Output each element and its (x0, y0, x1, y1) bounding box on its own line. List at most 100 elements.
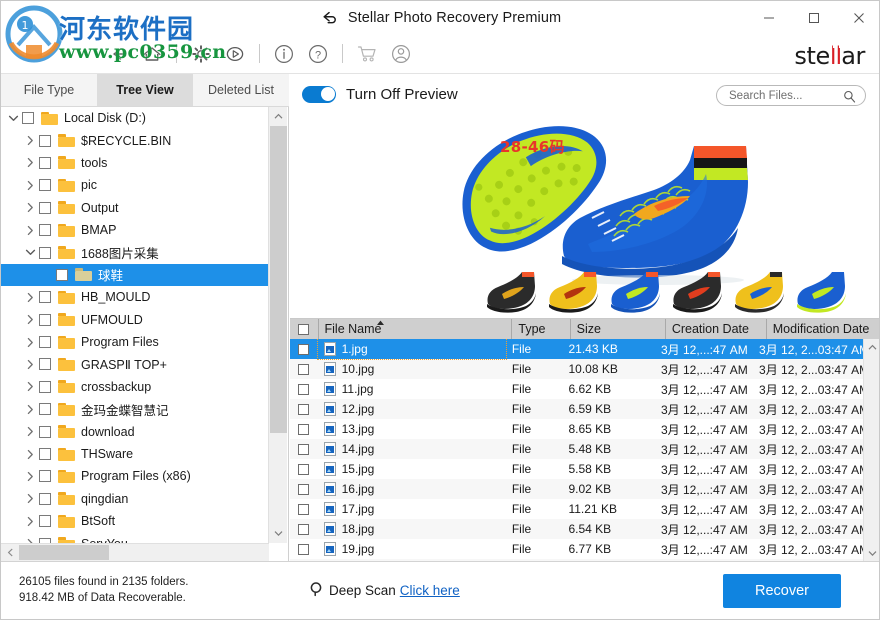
chevron-right-icon[interactable] (22, 376, 39, 398)
select-all-checkbox-cell[interactable] (290, 319, 319, 339)
chevron-right-icon[interactable] (22, 443, 39, 465)
file-row-checkbox[interactable] (298, 344, 309, 355)
preview-toggle-switch[interactable] (302, 86, 336, 103)
chevron-right-icon[interactable] (22, 421, 39, 443)
tree-item-checkbox[interactable] (39, 426, 51, 438)
file-row[interactable]: 10.jpgFile10.08 KB3月 12,...:47 AM3月 12, … (290, 359, 863, 379)
tree-item-checkbox[interactable] (39, 179, 51, 191)
column-size[interactable]: Size (571, 319, 666, 339)
settings-gear-icon[interactable] (184, 39, 218, 69)
file-name-cell[interactable]: 11.jpg (318, 379, 506, 399)
tree-item[interactable]: GRASPⅡ TOP+ (1, 353, 269, 375)
tree-item-checkbox[interactable] (39, 448, 51, 460)
tree-item-checkbox[interactable] (39, 493, 51, 505)
chevron-right-icon[interactable] (22, 510, 39, 532)
tree-item[interactable]: THSware (1, 443, 269, 465)
tree-item[interactable]: UFMOULD (1, 309, 269, 331)
tree-item-checkbox[interactable] (39, 157, 51, 169)
file-row-checkbox[interactable] (298, 464, 309, 475)
chevron-right-icon[interactable] (22, 398, 39, 420)
tree-item[interactable]: BtSoft (1, 510, 269, 532)
tree-item[interactable]: pic (1, 174, 269, 196)
tree-item[interactable]: HB_MOULD (1, 286, 269, 308)
file-name-cell[interactable]: 18.jpg (318, 519, 506, 539)
cart-icon[interactable] (350, 39, 384, 69)
tree-item-checkbox[interactable] (39, 403, 51, 415)
file-row-checkbox[interactable] (298, 544, 309, 555)
file-row[interactable]: 17.jpgFile11.21 KB3月 12,...:47 AM3月 12, … (290, 499, 863, 519)
minimize-button[interactable] (746, 1, 791, 34)
tree-item-checkbox[interactable] (39, 202, 51, 214)
chevron-right-icon[interactable] (22, 488, 39, 510)
file-name-cell[interactable]: 16.jpg (318, 479, 506, 499)
chevron-right-icon[interactable] (22, 286, 39, 308)
chevron-right-icon[interactable] (22, 152, 39, 174)
tree-scroll-left-button[interactable] (1, 544, 19, 561)
file-list-scroll-up-button[interactable] (864, 339, 880, 356)
file-row-checkbox[interactable] (298, 424, 309, 435)
column-modification-date[interactable]: Modification Date (767, 319, 880, 339)
file-row[interactable]: 16.jpgFile9.02 KB3月 12,...:47 AM3月 12, 2… (290, 479, 863, 499)
column-file-name[interactable]: File Name (319, 319, 513, 339)
column-creation-date[interactable]: Creation Date (666, 319, 767, 339)
file-name-cell[interactable]: 10.jpg (318, 359, 506, 379)
tree-item-checkbox[interactable] (56, 269, 68, 281)
tree-item-checkbox[interactable] (39, 381, 51, 393)
tree-item-checkbox[interactable] (39, 515, 51, 527)
file-row-checkbox-cell[interactable] (290, 539, 318, 559)
tree-item[interactable]: $RECYCLE.BIN (1, 129, 269, 151)
file-row-checkbox-cell[interactable] (290, 359, 318, 379)
file-row-checkbox-cell[interactable] (290, 379, 318, 399)
back-icon[interactable] (101, 39, 135, 69)
file-row[interactable]: 15.jpgFile5.58 KB3月 12,...:47 AM3月 12, 2… (290, 459, 863, 479)
file-name-cell[interactable]: 14.jpg (318, 439, 506, 459)
tree-item-checkbox[interactable] (22, 112, 34, 124)
file-list-rows[interactable]: 1.jpgFile21.43 KB3月 12,...:47 AM3月 12, 2… (290, 339, 863, 562)
file-row-checkbox[interactable] (298, 384, 309, 395)
recover-button[interactable]: Recover (723, 574, 841, 608)
select-all-checkbox[interactable] (298, 324, 309, 335)
file-row-checkbox-cell[interactable] (290, 459, 318, 479)
user-account-icon[interactable] (384, 39, 418, 69)
tree-item[interactable]: tools (1, 152, 269, 174)
chevron-right-icon[interactable] (22, 331, 39, 353)
chevron-right-icon[interactable] (22, 174, 39, 196)
tree-item[interactable]: download (1, 420, 269, 442)
image-preview-area[interactable]: 28-46码 (290, 114, 880, 318)
chevron-right-icon[interactable] (22, 130, 39, 152)
file-row[interactable]: 11.jpgFile6.62 KB3月 12,...:47 AM3月 12, 2… (290, 379, 863, 399)
file-list-scroll-down-button[interactable] (864, 545, 880, 562)
tree-item-checkbox[interactable] (39, 314, 51, 326)
file-row[interactable]: 18.jpgFile6.54 KB3月 12,...:47 AM3月 12, 2… (290, 519, 863, 539)
help-icon[interactable]: ? (301, 39, 335, 69)
tree-item[interactable]: Local Disk (D:) (1, 107, 269, 129)
tree-item-checkbox[interactable] (39, 470, 51, 482)
home-icon[interactable] (135, 39, 169, 69)
file-name-cell[interactable]: 15.jpg (318, 459, 506, 479)
file-row-checkbox[interactable] (298, 504, 309, 515)
folder-tree-list[interactable]: Local Disk (D:)$RECYCLE.BINtoolspicOutpu… (1, 107, 269, 543)
file-row-checkbox[interactable] (298, 524, 309, 535)
file-row-checkbox-cell[interactable] (290, 419, 318, 439)
file-name-cell[interactable]: 12.jpg (318, 399, 506, 419)
close-button[interactable] (836, 1, 880, 34)
file-name-cell[interactable]: 17.jpg (318, 499, 506, 519)
tree-item[interactable]: ServYou (1, 532, 269, 543)
chevron-right-icon[interactable] (22, 197, 39, 219)
file-name-cell[interactable]: 19.jpg (318, 539, 506, 559)
chevron-right-icon[interactable] (22, 353, 39, 375)
tree-item[interactable]: 1688图片采集 (1, 241, 269, 263)
tree-item[interactable]: 金玛金蝶智慧记 (1, 398, 269, 420)
tree-item[interactable]: 球鞋 (1, 264, 269, 286)
tree-item-checkbox[interactable] (39, 291, 51, 303)
chevron-right-icon[interactable] (22, 533, 39, 543)
tab-deleted-list[interactable]: Deleted List (193, 74, 289, 106)
file-name-cell[interactable]: 13.jpg (318, 419, 506, 439)
tree-item-checkbox[interactable] (39, 224, 51, 236)
tree-item[interactable]: Program Files (1, 331, 269, 353)
file-row[interactable]: 14.jpgFile5.48 KB3月 12,...:47 AM3月 12, 2… (290, 439, 863, 459)
search-input[interactable] (717, 90, 835, 102)
scan-play-icon[interactable] (218, 39, 252, 69)
file-row-checkbox-cell[interactable] (290, 519, 318, 539)
file-row-checkbox-cell[interactable] (290, 399, 318, 419)
